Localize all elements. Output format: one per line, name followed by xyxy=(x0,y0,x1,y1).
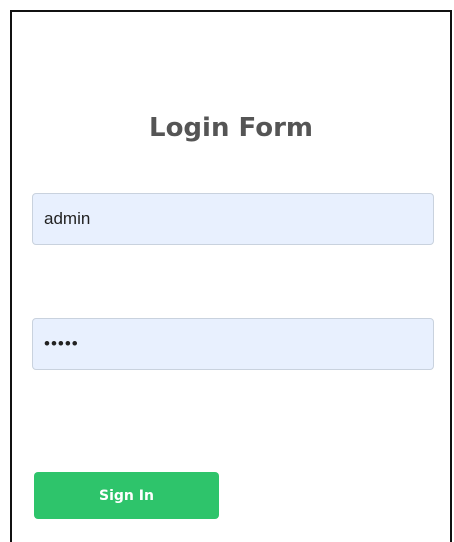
password-input[interactable] xyxy=(32,318,434,370)
form-title: Login Form xyxy=(149,113,313,143)
username-input[interactable] xyxy=(32,193,434,245)
sign-in-button[interactable]: Sign In xyxy=(34,472,219,519)
login-panel: Login Form Sign In xyxy=(10,10,452,542)
